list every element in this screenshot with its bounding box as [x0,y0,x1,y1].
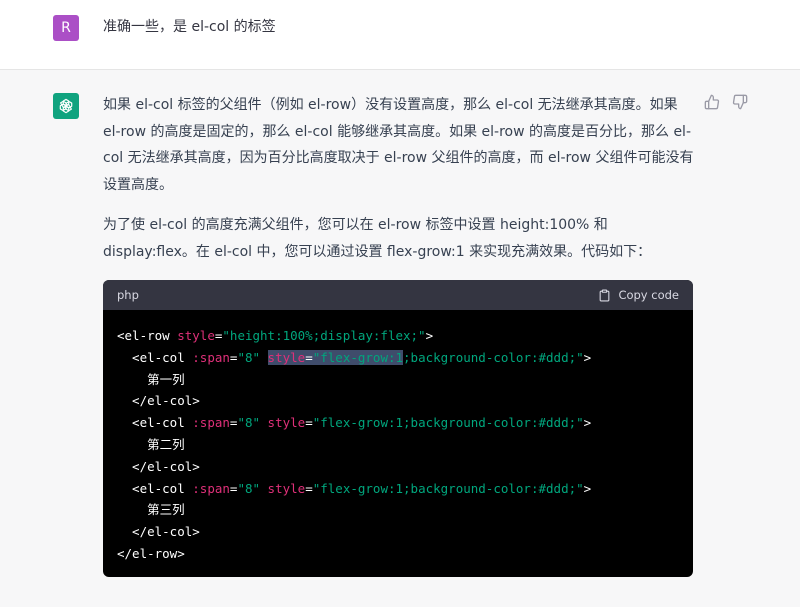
code-token: </el-col> [117,524,200,540]
code-token: 第三列 [117,502,185,518]
code-line: </el-row> [117,543,679,565]
code-token: > [583,349,592,365]
assistant-avatar [53,93,79,119]
code-token: > [583,480,592,496]
assistant-message: 如果 el-col 标签的父组件（例如 el-row）没有设置高度，那么 el-… [103,92,698,279]
code-block: php Copy code <el-row style="height:100%… [103,280,693,577]
code-token: "8" [237,480,261,496]
code-header: php Copy code [103,280,693,310]
code-content[interactable]: <el-row style="height:100%;display:flex;… [103,310,693,565]
code-language-label: php [117,288,139,302]
thumbs-up-icon [704,94,720,110]
code-token: :span [192,480,230,496]
clipboard-icon [600,289,610,301]
assistant-paragraph-2: 为了使 el-col 的高度充满父组件，您可以在 el-row 标签中设置 he… [103,217,652,260]
assistant-paragraph-1: 如果 el-col 标签的父组件（例如 el-row）没有设置高度，那么 el-… [103,97,694,193]
code-line: 第一列 [117,369,679,391]
user-message-text: 准确一些，是 el-col 的标签 [103,19,276,35]
code-line: <el-col :span="8" style="flex-grow:1;bac… [117,347,679,369]
code-line: 第三列 [117,499,679,521]
code-token: </el-row> [117,545,185,561]
code-token: "flex-grow:1;background-color:#ddd;" [312,415,584,431]
code-token: 第二列 [117,436,185,452]
code-token: </el-col> [117,393,200,409]
code-line: <el-row style="height:100%;display:flex;… [117,325,679,347]
code-token: ;background-color:#ddd;" [403,349,584,365]
code-line: </el-col> [117,390,679,412]
code-token: "8" [237,349,261,365]
code-token: = [305,480,313,496]
code-token: > [583,415,592,431]
code-token: style [267,415,306,431]
code-token: "height:100%;display:flex;" [222,328,426,343]
thumbs-down-icon [732,94,748,110]
user-message-row: R 准确一些，是 el-col 的标签 [0,0,800,70]
code-line: 第二列 [117,434,679,456]
code-token: <el-row [117,328,178,343]
thumbs-up-button[interactable] [704,94,720,110]
code-token: <el-col [117,349,193,365]
code-token: 第一列 [117,371,185,387]
openai-logo-icon [59,98,73,114]
code-token: "flex-grow:1 [312,349,404,365]
feedback-buttons [704,94,748,110]
code-token: style [267,349,306,365]
user-avatar: R [53,15,79,41]
code-token: <el-col [117,480,193,496]
code-token: </el-col> [117,458,200,474]
code-token: <el-col [117,415,193,431]
code-token: "8" [237,415,261,431]
code-token: > [425,328,434,343]
thumbs-down-button[interactable] [732,94,748,110]
code-token: style [267,480,306,496]
code-line: <el-col :span="8" style="flex-grow:1;bac… [117,478,679,500]
code-token: style [177,328,215,343]
assistant-message-row: 如果 el-col 标签的父组件（例如 el-row）没有设置高度，那么 el-… [0,70,800,607]
code-token: = [305,415,313,431]
code-line: </el-col> [117,456,679,478]
copy-code-label: Copy code [618,288,679,302]
copy-code-button[interactable]: Copy code [598,288,679,302]
code-line: </el-col> [117,521,679,543]
code-token: = [305,349,313,365]
code-token: :span [192,349,230,365]
code-token: :span [192,415,230,431]
code-line: <el-col :span="8" style="flex-grow:1;bac… [117,412,679,434]
code-token: "flex-grow:1;background-color:#ddd;" [312,480,584,496]
